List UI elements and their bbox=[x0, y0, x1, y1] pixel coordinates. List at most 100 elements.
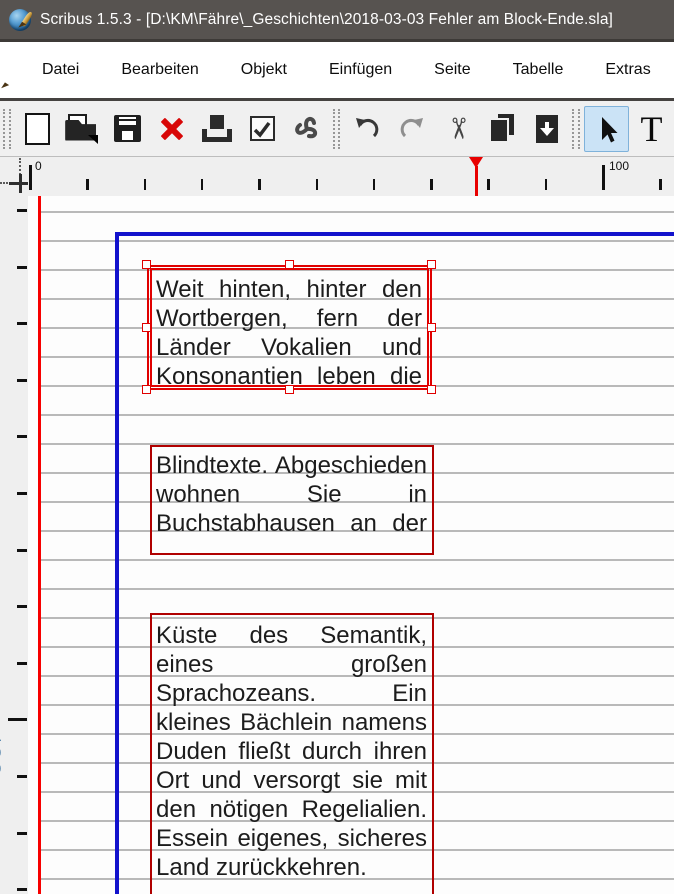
vertical-ruler[interactable]: 100 bbox=[0, 196, 28, 894]
document-canvas[interactable]: Weit hinten, hinter denWortbergen, fern … bbox=[28, 196, 674, 894]
menu-item[interactable]: Einfügen bbox=[308, 54, 413, 86]
insert-text-frame-button[interactable]: T bbox=[629, 106, 674, 152]
paste-icon bbox=[536, 115, 558, 143]
undo-icon bbox=[353, 115, 381, 143]
h-ruler-label-100: 100 bbox=[609, 159, 629, 173]
copy-button[interactable] bbox=[479, 106, 524, 152]
page-margin-horizontal bbox=[115, 232, 674, 236]
window-title: Scribus 1.5.3 - [D:\KM\Fähre\_Geschichte… bbox=[40, 11, 613, 29]
text-line: Duden fließt durch ihren bbox=[156, 737, 427, 766]
text-line: den nötigen Regelialien. bbox=[156, 795, 427, 824]
text-line: Ort und versorgt sie mit bbox=[156, 766, 427, 795]
selection-handle[interactable] bbox=[285, 260, 294, 269]
ruler-tick bbox=[144, 179, 147, 190]
selection-handle[interactable] bbox=[285, 385, 294, 394]
menu-item[interactable]: Seite bbox=[413, 54, 491, 86]
pdf-export-button[interactable] bbox=[285, 106, 330, 152]
selection-handle[interactable] bbox=[427, 323, 436, 332]
text-frame-2[interactable]: Blindtexte. Abgeschiedenwohnen Sie inBuc… bbox=[150, 445, 434, 555]
text-frame-3[interactable]: Küste des Semantik,eines großenSprachoze… bbox=[150, 613, 434, 894]
import-icon bbox=[202, 115, 232, 142]
ruler-tick bbox=[17, 209, 27, 212]
ruler-tick bbox=[258, 179, 261, 190]
baseline-grid-line bbox=[39, 240, 674, 242]
ruler-tick bbox=[17, 379, 27, 382]
selection-handle[interactable] bbox=[142, 385, 151, 394]
cut-button[interactable]: ✂ bbox=[434, 106, 479, 152]
ruler-tick bbox=[17, 662, 27, 665]
horizontal-ruler[interactable]: 0 100 bbox=[28, 157, 674, 196]
redo-button[interactable] bbox=[389, 106, 434, 152]
paste-button[interactable] bbox=[524, 106, 569, 152]
ruler-tick bbox=[659, 179, 662, 190]
ruler-tick bbox=[17, 888, 27, 891]
v-ruler-label-100-digit: 0 bbox=[0, 761, 8, 776]
selection-handle[interactable] bbox=[427, 260, 436, 269]
baseline-grid-line bbox=[39, 559, 674, 561]
ruler-tick bbox=[201, 179, 204, 190]
page-margin-vertical bbox=[115, 232, 119, 894]
cut-icon: ✂ bbox=[442, 116, 471, 140]
toolbar-drag-handle[interactable] bbox=[3, 109, 11, 149]
scribus-window: Scribus 1.5.3 - [D:\KM\Fähre\_Geschichte… bbox=[0, 0, 674, 894]
menu-item[interactable]: Objekt bbox=[220, 54, 308, 86]
undo-button[interactable] bbox=[344, 106, 389, 152]
selection-handle[interactable] bbox=[142, 323, 151, 332]
text-frame-1-text: Weit hinten, hinter denWortbergen, fern … bbox=[156, 275, 422, 391]
menu-item[interactable]: Extras bbox=[584, 54, 671, 86]
menu-item[interactable]: Tabelle bbox=[492, 54, 585, 86]
text-frame-1[interactable]: Weit hinten, hinter denWortbergen, fern … bbox=[147, 265, 432, 390]
select-item-tool-button[interactable] bbox=[584, 106, 629, 152]
text-line: eines großen bbox=[156, 650, 427, 679]
ruler-tick bbox=[17, 832, 27, 835]
baseline-grid-line bbox=[39, 414, 674, 416]
menu-bar: DateiBearbeitenObjektEinfügenSeiteTabell… bbox=[0, 42, 674, 98]
pdf-export-icon bbox=[292, 114, 322, 144]
close-icon bbox=[159, 116, 185, 142]
redo-icon bbox=[398, 115, 426, 143]
ruler-tick bbox=[29, 165, 32, 190]
h-ruler-label-0: 0 bbox=[35, 159, 42, 173]
text-line: kleines Bächlein namens bbox=[156, 708, 427, 737]
save-button[interactable] bbox=[105, 106, 150, 152]
title-bar[interactable]: Scribus 1.5.3 - [D:\KM\Fähre\_Geschichte… bbox=[0, 0, 674, 39]
ruler-tick bbox=[17, 605, 27, 608]
close-button[interactable] bbox=[150, 106, 195, 152]
selection-handle[interactable] bbox=[142, 260, 151, 269]
ruler-tick bbox=[17, 435, 27, 438]
baseline-grid-line bbox=[39, 588, 674, 590]
vertical-guide[interactable] bbox=[38, 196, 41, 894]
ruler-origin-widget[interactable] bbox=[0, 157, 28, 196]
ruler-tick bbox=[545, 179, 548, 190]
v-ruler-label-100-digit: 0 bbox=[0, 745, 8, 760]
preflight-verifier-button[interactable] bbox=[240, 106, 285, 152]
main-toolbar: ✂ T bbox=[0, 98, 674, 157]
text-frame-3-text: Küste des Semantik,eines großenSprachoze… bbox=[156, 621, 427, 882]
text-line: Buchstabhausen an der bbox=[156, 509, 427, 538]
selection-handle[interactable] bbox=[427, 385, 436, 394]
toolbar-drag-handle[interactable] bbox=[333, 109, 341, 149]
select-arrow-icon bbox=[593, 115, 621, 143]
ruler-tick bbox=[86, 179, 89, 190]
save-icon bbox=[114, 115, 141, 142]
open-document-button[interactable] bbox=[60, 106, 105, 152]
ruler-tick bbox=[373, 179, 376, 190]
ruler-tick bbox=[17, 549, 27, 552]
import-button[interactable] bbox=[195, 106, 240, 152]
scribus-app-icon bbox=[9, 9, 31, 31]
new-document-icon bbox=[25, 113, 50, 145]
baseline-grid-line bbox=[39, 211, 674, 213]
ruler-tick bbox=[487, 179, 490, 190]
ruler-tick bbox=[17, 266, 27, 269]
text-line: Land zurückkehren. bbox=[156, 853, 427, 882]
preflight-verifier-icon bbox=[250, 116, 275, 141]
text-frame-2-text: Blindtexte. Abgeschiedenwohnen Sie inBuc… bbox=[156, 451, 427, 538]
ruler-tick bbox=[430, 179, 433, 190]
new-document-button[interactable] bbox=[15, 106, 60, 152]
toolbar-drag-handle[interactable] bbox=[572, 109, 580, 149]
menu-item[interactable]: Bearbeiten bbox=[100, 54, 219, 86]
menu-item[interactable]: Datei bbox=[21, 54, 100, 86]
text-line: Wortbergen, fern der bbox=[156, 304, 422, 333]
cursor-position-marker-stem bbox=[475, 166, 478, 196]
open-document-icon bbox=[65, 114, 99, 144]
